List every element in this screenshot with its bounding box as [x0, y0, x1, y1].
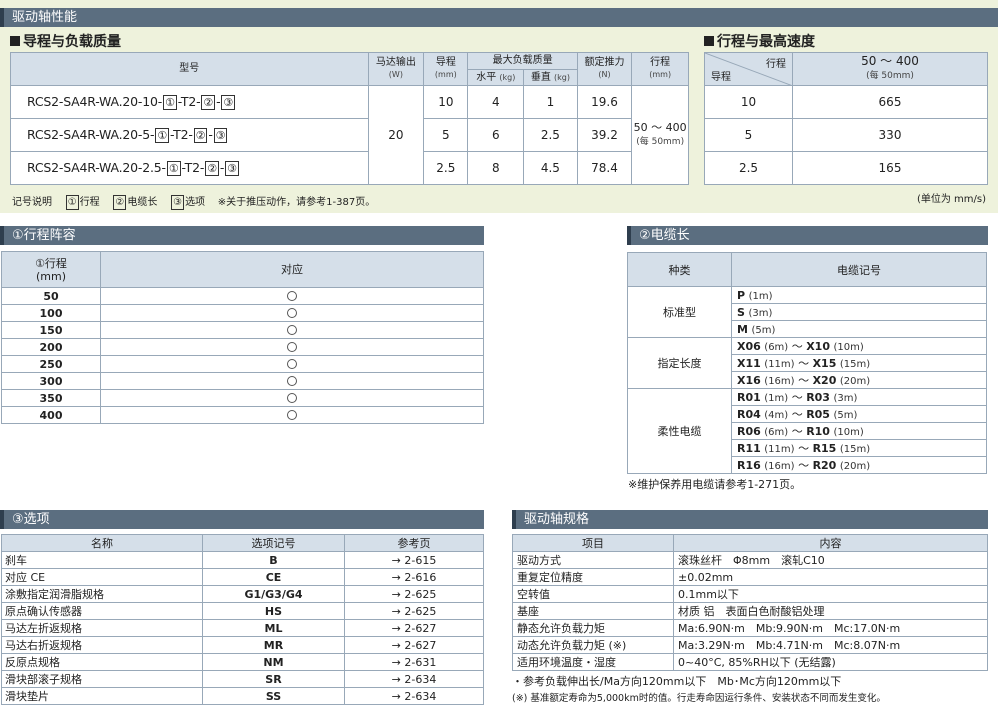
- speed-range-header: 50 ～ 400 (每 50mm): [792, 52, 988, 86]
- stroke-range: 50 ～ 400 (每 50mm): [631, 85, 689, 185]
- square-bullet-icon: [704, 36, 714, 46]
- circle-icon: [287, 409, 297, 420]
- stroke-row: 200: [1, 338, 484, 356]
- col-stroke: 行程 (mm): [631, 52, 689, 86]
- options-table: 名称 选项记号 参考页 刹车 B → 2-615 对应 CE CE → 2-616 涂敷…: [1, 534, 484, 705]
- stroke-row: 50: [1, 287, 484, 305]
- option-row: 滑块部滚子规格 SR → 2-634: [1, 670, 484, 688]
- speed-unit-note: (单位为 mm/s): [916, 194, 986, 205]
- spec-row: RCS2-SA4R-WA.20-5- ① -T2- ② - ③ 5 6 2.5 39.2: [10, 118, 689, 152]
- circle-icon: [287, 358, 297, 369]
- col-cable-code: 电缆记号: [731, 252, 987, 287]
- col-kind: 种类: [627, 252, 732, 287]
- stroke-row: 400: [1, 406, 484, 424]
- motor-output: 20: [367, 85, 425, 185]
- stroke-speed-title: 行程与最高速度: [704, 31, 815, 51]
- cable-length-header: ②电缆长: [627, 226, 988, 245]
- option-row: 马达右折返规格 MR → 2-627: [1, 636, 484, 654]
- performance-header: 驱动轴性能: [0, 8, 998, 27]
- circle-icon: [287, 375, 297, 386]
- drive-row: 重复定位精度 ±0.02mm: [512, 568, 988, 586]
- option-row: 刹车 B → 2-615: [1, 551, 484, 569]
- corner-cell: 行程 导程: [704, 52, 793, 86]
- speed-table: 行程 导程 50 ～ 400 (每 50mm) 10 665 5 330 2.5 165: [704, 52, 988, 185]
- drive-row: 动态允许负载力矩 (※) Ma:3.29N·m Mb:4.71N·m Mc:8.0…: [512, 636, 988, 654]
- speed-row: 2.5 165: [704, 151, 988, 185]
- spec-table: 型号 马达输出 (W) 导程 (mm) 最大负载质量 额定推力 (N) 行程 (mm) …: [10, 52, 689, 185]
- spec-row: RCS2-SA4R-WA.20-2.5- ① -T2- ② - ③ 2.5 8 4.5 7…: [10, 151, 689, 185]
- square-bullet-icon: [10, 36, 20, 46]
- col-vertical: 垂直 (kg): [523, 69, 578, 86]
- circle-icon: [287, 392, 297, 403]
- model-cell: RCS2-SA4R-WA.20-2.5- ① -T2- ② - ③: [10, 151, 369, 185]
- circle-icon: [287, 307, 297, 318]
- drive-spec-table: 项目 内容 驱动方式 滚珠丝杆 Φ8mm 滚轧C10 重复定位精度 ±0.02mm …: [512, 534, 988, 671]
- stroke-row: 150: [1, 321, 484, 339]
- stroke-row: 300: [1, 372, 484, 390]
- drive-row: 基座 材质 铝 表面白色耐酸铝处理: [512, 602, 988, 620]
- model-cell: RCS2-SA4R-WA.20-5- ① -T2- ② - ③: [10, 118, 369, 152]
- drive-row: 空转值 0.1mm以下: [512, 585, 988, 603]
- spec-row: RCS2-SA4R-WA.20-10- ① -T2- ② - ③ 20 10 4 1 19…: [10, 85, 689, 185]
- drive-row: 适用环境温度・湿度 0~40°C, 85%RH以下 (无结露): [512, 653, 988, 671]
- col-model: 型号: [10, 52, 369, 86]
- option-row: 对应 CE CE → 2-616: [1, 568, 484, 586]
- col-max-load: 最大负载质量: [467, 52, 578, 70]
- speed-row: 10 665: [704, 85, 988, 119]
- option-row: 原点确认传感器 HS → 2-625: [1, 602, 484, 620]
- circle-icon: [287, 290, 297, 301]
- cable-row: 柔性电缆 R01 (1m) ～ R03 (3m): [627, 388, 987, 474]
- cable-row: 指定长度 X06 (6m) ～ X10 (10m): [627, 337, 987, 389]
- drive-spec-header: 驱动轴规格: [512, 510, 988, 529]
- circle-icon: [287, 324, 297, 335]
- col-horizontal: 水平 (kg): [467, 69, 525, 86]
- col-stroke-mm: ①行程 (mm): [1, 251, 101, 288]
- col-lead: 导程 (mm): [423, 52, 469, 86]
- option-row: 反原点规格 NM → 2-631: [1, 653, 484, 671]
- speed-row: 5 330: [704, 118, 988, 152]
- cable-row: 标准型 P (1m): [627, 286, 987, 338]
- cable-note: ※维护保养用电缆请参考1-271页。: [628, 478, 802, 491]
- option-row: 滑块垫片 SS → 2-634: [1, 687, 484, 705]
- drive-row: 静态允许负载力矩 Ma:6.90N·m Mb:9.90N·m Mc:17.0N·m: [512, 619, 988, 637]
- stroke-row: 250: [1, 355, 484, 373]
- drive-note-1: ・参考负载伸出长/Ma方向120mm以下 Mb･Mc方向120mm以下: [512, 675, 842, 688]
- col-motor: 马达输出 (W): [367, 52, 425, 86]
- lead-load-title: 导程与负载质量: [10, 31, 121, 51]
- option-row: 马达左折返规格 ML → 2-627: [1, 619, 484, 637]
- stroke-row: 100: [1, 304, 484, 322]
- circle-icon: [287, 341, 297, 352]
- performance-title: 驱动轴性能: [12, 10, 78, 25]
- model-cell: RCS2-SA4R-WA.20-10- ① -T2- ② - ③: [10, 85, 369, 119]
- cable-table: 种类 电缆记号 标准型 P (1m) S (3m) M (5m) 指定长度 X06 …: [627, 252, 987, 474]
- options-header: ③选项: [0, 510, 484, 529]
- drive-row: 驱动方式 滚珠丝杆 Φ8mm 滚轧C10: [512, 551, 988, 569]
- col-support: 对应: [100, 251, 484, 288]
- stroke-lineup-header: ①行程阵容: [0, 226, 484, 245]
- drive-note-2: (※) 基准额定寿命为5,000km时的值。行走寿命因运行条件、安装状态不同而发…: [512, 693, 886, 704]
- col-thrust: 额定推力 (N): [576, 52, 633, 86]
- stroke-table: ①行程 (mm) 对应 50 100 150 200 250 300 350 40…: [1, 251, 484, 424]
- option-row: 涂敷指定润滑脂规格 G1/G3/G4 → 2-625: [1, 585, 484, 603]
- legend: 记号说明 ① 行程 ② 电缆长 ③ 选项 ※关于推压动作，请参考1-387页。: [12, 195, 376, 210]
- stroke-row: 350: [1, 389, 484, 407]
